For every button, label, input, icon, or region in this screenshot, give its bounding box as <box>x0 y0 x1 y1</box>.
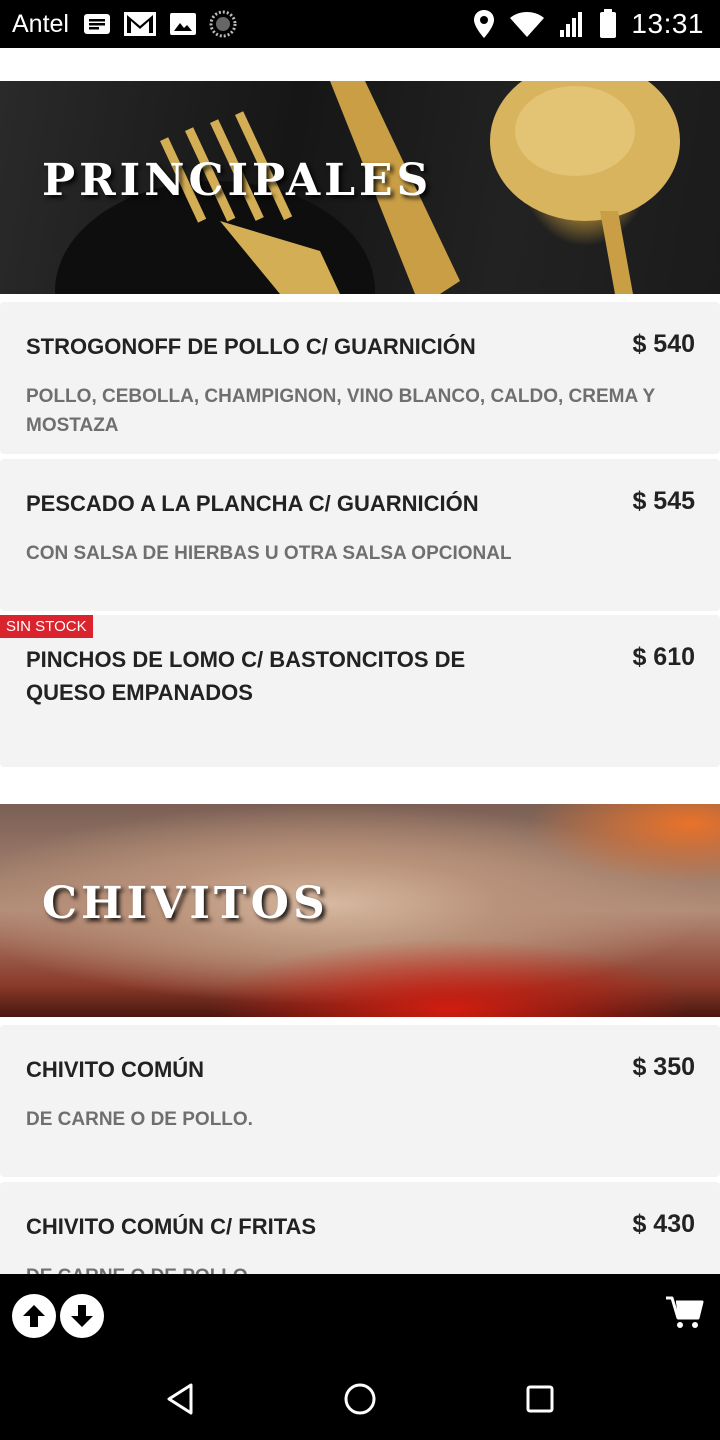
gmail-icon <box>123 11 157 37</box>
item-name: CHIVITO COMÚN <box>26 1057 205 1082</box>
section-banner-principales: PRINCIPALES <box>0 81 720 294</box>
recents-square-icon <box>526 1385 554 1413</box>
item-price: $ 545 <box>632 487 695 515</box>
message-notification-icon <box>83 12 111 36</box>
scroll-down-button[interactable] <box>60 1294 104 1338</box>
location-icon <box>473 9 495 39</box>
item-name: PESCADO A LA PLANCHA C/ GUARNICIÓN <box>26 491 479 516</box>
item-price: $ 350 <box>632 1053 695 1081</box>
cart-icon <box>666 1296 704 1328</box>
status-bar: Antel 13:31 <box>0 0 720 48</box>
section-title: PRINCIPALES <box>42 155 433 206</box>
bottom-action-bar <box>0 1274 720 1358</box>
battery-icon <box>599 9 617 39</box>
clock: 13:31 <box>631 8 704 39</box>
system-navigation-bar <box>0 1358 720 1440</box>
cart-button[interactable] <box>664 1292 704 1332</box>
image-icon <box>169 12 197 36</box>
loading-icon <box>209 10 237 38</box>
item-name: CHIVITO COMÚN C/ FRITAS <box>26 1214 317 1239</box>
arrow-up-icon <box>23 1305 45 1327</box>
nav-home-button[interactable] <box>341 1380 379 1418</box>
item-name: PINCHOS DE LOMO C/ BASTONCITOS DE QUESO … <box>26 647 466 705</box>
item-description: CON SALSA DE HIERBAS U OTRA SALSA OPCION… <box>26 543 512 564</box>
menu-item-card[interactable]: CHIVITO COMÚN $ 350 DE CARNE O DE POLLO. <box>0 1025 720 1177</box>
menu-scroll-area[interactable]: PRINCIPALES STROGONOFF DE POLLO C/ GUARN… <box>0 48 720 1274</box>
carrier-name: Antel <box>12 9 69 38</box>
item-description: DE CARNE O DE POLLO. <box>26 1262 676 1274</box>
nav-back-button[interactable] <box>161 1380 199 1418</box>
menu-item-card[interactable]: SIN STOCK PINCHOS DE LOMO C/ BASTONCITOS… <box>0 615 720 767</box>
out-of-stock-badge: SIN STOCK <box>0 615 93 638</box>
section-title: CHIVITOS <box>42 878 329 929</box>
item-price: $ 430 <box>632 1210 695 1238</box>
signal-icon <box>559 10 585 38</box>
item-name: STROGONOFF DE POLLO C/ GUARNICIÓN <box>26 334 476 359</box>
menu-item-card[interactable]: STROGONOFF DE POLLO C/ GUARNICIÓN $ 540 … <box>0 302 720 454</box>
wifi-icon <box>509 10 545 38</box>
menu-item-card[interactable]: CHIVITO COMÚN C/ FRITAS $ 430 DE CARNE O… <box>0 1182 720 1274</box>
item-description: POLLO, CEBOLLA, CHAMPIGNON, VINO BLANCO,… <box>26 386 655 436</box>
scroll-up-button[interactable] <box>12 1294 56 1338</box>
nav-recents-button[interactable] <box>521 1380 559 1418</box>
arrow-down-icon <box>71 1305 93 1327</box>
section-banner-chivitos: CHIVITOS <box>0 804 720 1017</box>
item-price: $ 610 <box>632 643 695 671</box>
menu-item-card[interactable]: PESCADO A LA PLANCHA C/ GUARNICIÓN $ 545… <box>0 459 720 611</box>
item-description: DE CARNE O DE POLLO. <box>26 1109 253 1130</box>
home-circle-icon <box>344 1383 376 1415</box>
item-price: $ 540 <box>632 330 695 358</box>
back-triangle-icon <box>167 1383 193 1415</box>
